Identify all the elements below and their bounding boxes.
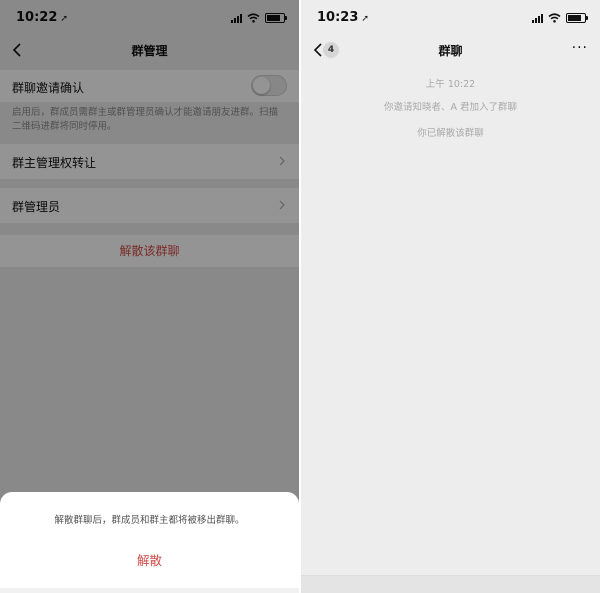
more-icon[interactable]: ··· bbox=[572, 40, 588, 56]
chat-title: 群聊 bbox=[438, 44, 463, 58]
message-timestamp: 上午 10:22 bbox=[425, 79, 476, 90]
signal-icon bbox=[532, 13, 543, 23]
navigation-bar: 4 群聊 ··· bbox=[301, 34, 600, 66]
status-bar: 10:23 ➚ bbox=[301, 0, 600, 34]
status-time: 10:23 ➚ bbox=[317, 10, 369, 25]
location-arrow-icon: ➚ bbox=[361, 14, 369, 24]
wifi-icon bbox=[548, 13, 561, 23]
system-message: 你已解散该群聊 bbox=[417, 128, 484, 139]
action-sheet: 解散群聊后，群成员和群主都将被移出群聊。 解散 bbox=[0, 492, 299, 593]
action-sheet-message: 解散群聊后，群成员和群主都将被移出群聊。 bbox=[54, 515, 245, 526]
system-message: 你邀请知晓者、A 君加入了群聊 bbox=[383, 102, 518, 113]
chat-input-bar bbox=[301, 575, 600, 593]
battery-icon bbox=[566, 13, 588, 23]
right-screen: 10:23 ➚ 4 群聊 ··· 上午 10:22 你邀请知晓者、A 君加入了群聊… bbox=[301, 0, 600, 593]
confirm-disband-button[interactable]: 解散 bbox=[0, 550, 299, 569]
left-screen: 10:22 ➚ 群管理 群聊邀请确认 启用后，群成员需群主或群管理员确认才能邀请朋… bbox=[0, 0, 299, 593]
home-indicator-area bbox=[0, 588, 299, 593]
system-icons bbox=[532, 12, 588, 24]
